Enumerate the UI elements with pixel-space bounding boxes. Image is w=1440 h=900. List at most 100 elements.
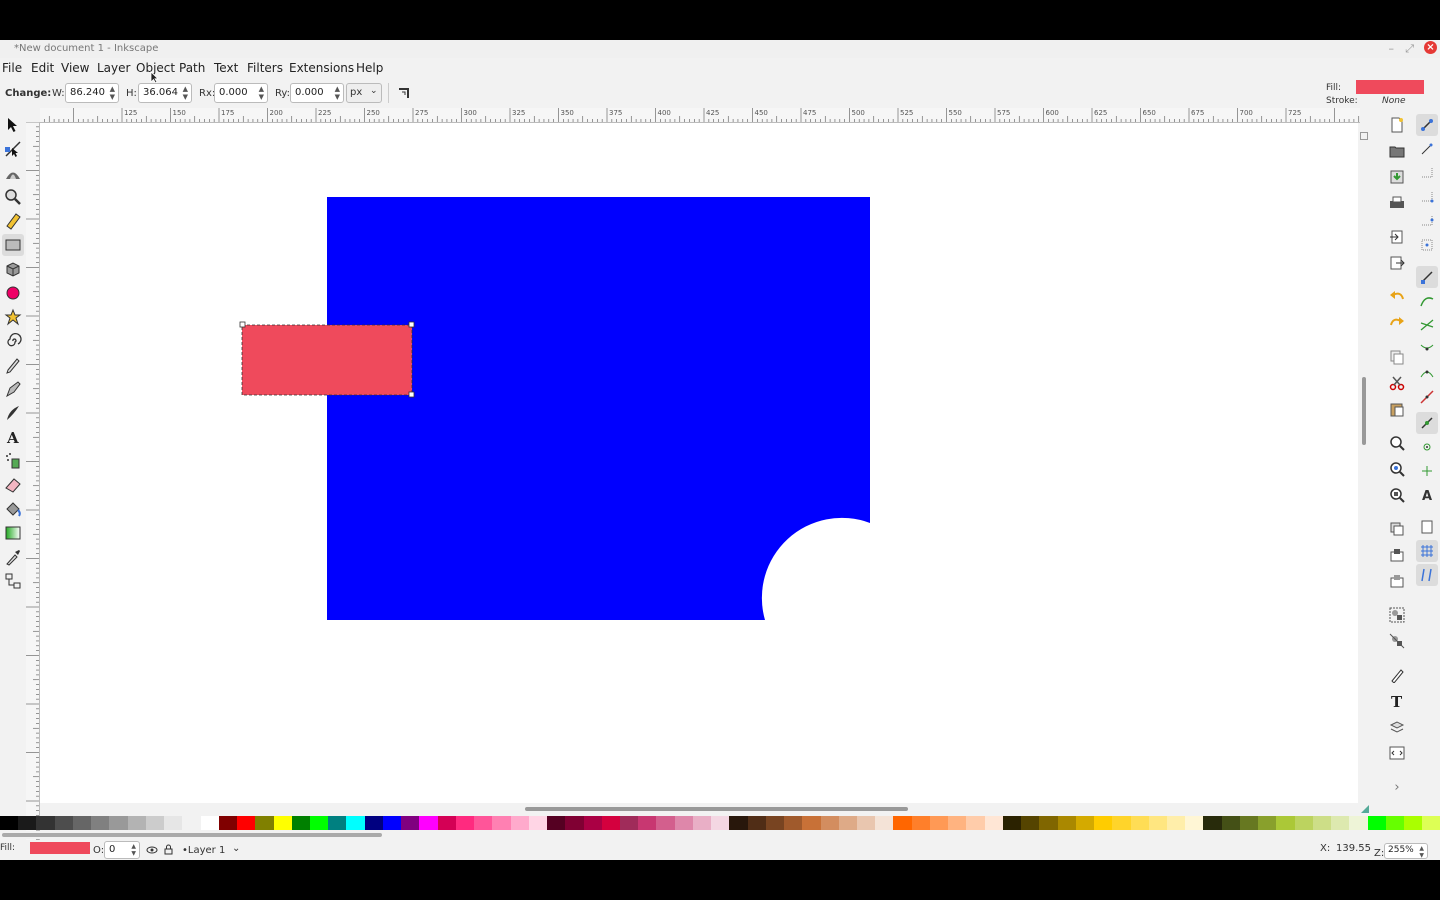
palette-swatch[interactable] bbox=[674, 816, 693, 830]
snap-others-icon[interactable] bbox=[1416, 412, 1438, 434]
lock-icon[interactable] bbox=[164, 844, 173, 855]
snap-text-baseline-icon[interactable]: A bbox=[1416, 484, 1438, 506]
palette-swatch[interactable] bbox=[127, 816, 146, 830]
palette-swatch[interactable] bbox=[382, 816, 402, 830]
palette-swatch[interactable] bbox=[492, 816, 511, 830]
unit-select[interactable]: px ⌄ bbox=[346, 83, 382, 103]
more-commands-chevron-icon[interactable]: › bbox=[1386, 776, 1408, 798]
palette-swatch[interactable] bbox=[966, 816, 985, 830]
tweak-tool-icon[interactable] bbox=[2, 162, 24, 184]
paste-icon[interactable] bbox=[1386, 398, 1408, 420]
palette-swatch[interactable] bbox=[346, 816, 365, 830]
export-icon[interactable] bbox=[1386, 252, 1408, 274]
red-rectangle[interactable] bbox=[242, 325, 412, 395]
zoom-correction-icon[interactable] bbox=[1360, 129, 1368, 140]
not-rounded-corners-icon[interactable] bbox=[397, 87, 411, 99]
palette-swatch[interactable] bbox=[455, 816, 475, 830]
palette-swatch[interactable] bbox=[1422, 816, 1440, 830]
palette-swatch[interactable] bbox=[1276, 816, 1295, 830]
zoom-tool-icon[interactable] bbox=[2, 186, 24, 208]
palette-swatch[interactable] bbox=[911, 816, 930, 830]
palette-swatch[interactable] bbox=[948, 816, 967, 830]
text-font-dialog-icon[interactable]: T bbox=[1386, 690, 1408, 712]
snap-rotation-center-icon[interactable] bbox=[1416, 460, 1438, 482]
palette-swatch[interactable] bbox=[237, 816, 256, 830]
palette-swatch[interactable] bbox=[255, 816, 274, 830]
node-tool-icon[interactable] bbox=[2, 138, 24, 160]
snap-path-intersections-icon[interactable] bbox=[1416, 314, 1438, 336]
cut-icon[interactable] bbox=[1386, 372, 1408, 394]
spin-arrows-icon[interactable]: ▲ ▼ bbox=[259, 85, 264, 101]
palette-swatch[interactable] bbox=[309, 816, 329, 830]
menu-filters[interactable]: Filters bbox=[247, 61, 283, 75]
snap-smooth-nodes-icon[interactable] bbox=[1416, 362, 1438, 384]
menu-help[interactable]: Help bbox=[356, 61, 383, 75]
palette-scrollbar[interactable] bbox=[0, 831, 1440, 839]
palette-swatch[interactable] bbox=[875, 816, 894, 830]
snap-bbox-corners-icon[interactable] bbox=[1416, 186, 1438, 208]
palette-swatch[interactable] bbox=[1331, 816, 1350, 830]
spray-tool-icon[interactable] bbox=[2, 450, 24, 472]
connector-tool-icon[interactable] bbox=[2, 570, 24, 592]
snap-bbox-edges-icon[interactable] bbox=[1416, 162, 1438, 184]
palette-swatch[interactable] bbox=[1367, 816, 1386, 830]
palette-swatch[interactable] bbox=[1221, 816, 1240, 830]
palette-swatch[interactable] bbox=[838, 816, 858, 830]
palette-swatch[interactable] bbox=[1002, 816, 1022, 830]
star-tool-icon[interactable] bbox=[2, 306, 24, 328]
palette-swatch[interactable] bbox=[1385, 816, 1405, 830]
open-document-icon[interactable] bbox=[1386, 140, 1408, 162]
snap-page-border-icon[interactable] bbox=[1416, 516, 1438, 538]
palette-swatch[interactable] bbox=[36, 816, 55, 830]
circle-tool-icon[interactable] bbox=[2, 282, 24, 304]
palette-swatch[interactable] bbox=[182, 816, 201, 830]
palette-swatch[interactable] bbox=[1094, 816, 1113, 830]
snap-grids-icon[interactable] bbox=[1416, 540, 1438, 562]
print-icon[interactable] bbox=[1386, 192, 1408, 214]
palette-swatch[interactable] bbox=[1167, 816, 1186, 830]
palette-swatch[interactable] bbox=[547, 816, 566, 830]
zoom-selection-icon[interactable] bbox=[1386, 432, 1408, 454]
horizontal-scrollbar[interactable] bbox=[40, 803, 1369, 815]
palette-swatch[interactable] bbox=[638, 816, 657, 830]
ungroup-icon[interactable] bbox=[1386, 630, 1408, 652]
palette-swatch[interactable] bbox=[802, 816, 821, 830]
palette-swatch[interactable] bbox=[565, 816, 584, 830]
text-tool-icon[interactable]: A bbox=[2, 426, 24, 448]
selector-tool-icon[interactable] bbox=[2, 114, 24, 136]
palette-swatch[interactable] bbox=[583, 816, 602, 830]
clone-icon[interactable] bbox=[1386, 544, 1408, 566]
palette-swatch[interactable] bbox=[54, 816, 73, 830]
redo-icon[interactable] bbox=[1386, 312, 1408, 334]
palette-swatch[interactable] bbox=[419, 816, 438, 830]
palette-swatch[interactable] bbox=[692, 816, 712, 830]
palette-swatch[interactable] bbox=[91, 816, 110, 830]
minimize-icon[interactable]: – bbox=[1389, 42, 1395, 55]
duplicate-icon[interactable] bbox=[1386, 518, 1408, 540]
palette-swatch[interactable] bbox=[1039, 816, 1058, 830]
palette-swatch[interactable] bbox=[474, 816, 493, 830]
palette-swatch[interactable] bbox=[1312, 816, 1332, 830]
palette-swatch[interactable] bbox=[601, 816, 620, 830]
palette-swatch[interactable] bbox=[765, 816, 785, 830]
snap-line-midpoints-icon[interactable] bbox=[1416, 386, 1438, 408]
zoom-page-icon[interactable] bbox=[1386, 484, 1408, 506]
menu-layer[interactable]: Layer bbox=[97, 61, 130, 75]
palette-swatch[interactable] bbox=[1239, 816, 1259, 830]
import-icon[interactable] bbox=[1386, 226, 1408, 248]
gradient-tool-icon[interactable] bbox=[2, 522, 24, 544]
resize-corner-icon[interactable] bbox=[1360, 804, 1370, 814]
palette-swatch[interactable] bbox=[1021, 816, 1040, 830]
ry-input[interactable]: 0.000 ▲ ▼ bbox=[290, 83, 344, 103]
palette-swatch[interactable] bbox=[291, 816, 310, 830]
menu-edit[interactable]: Edit bbox=[31, 61, 54, 75]
palette-swatch[interactable] bbox=[1075, 816, 1095, 830]
menu-file[interactable]: File bbox=[2, 61, 22, 75]
palette-swatch[interactable] bbox=[401, 816, 420, 830]
horizontal-scroll-thumb[interactable] bbox=[525, 807, 908, 811]
3d-box-tool-icon[interactable] bbox=[2, 258, 24, 280]
zoom-input[interactable]: 255% ▲ ▼ bbox=[1384, 843, 1428, 859]
palette-swatch[interactable] bbox=[619, 816, 639, 830]
snap-cusp-nodes-icon[interactable] bbox=[1416, 338, 1438, 360]
menu-path[interactable]: Path bbox=[179, 61, 205, 75]
